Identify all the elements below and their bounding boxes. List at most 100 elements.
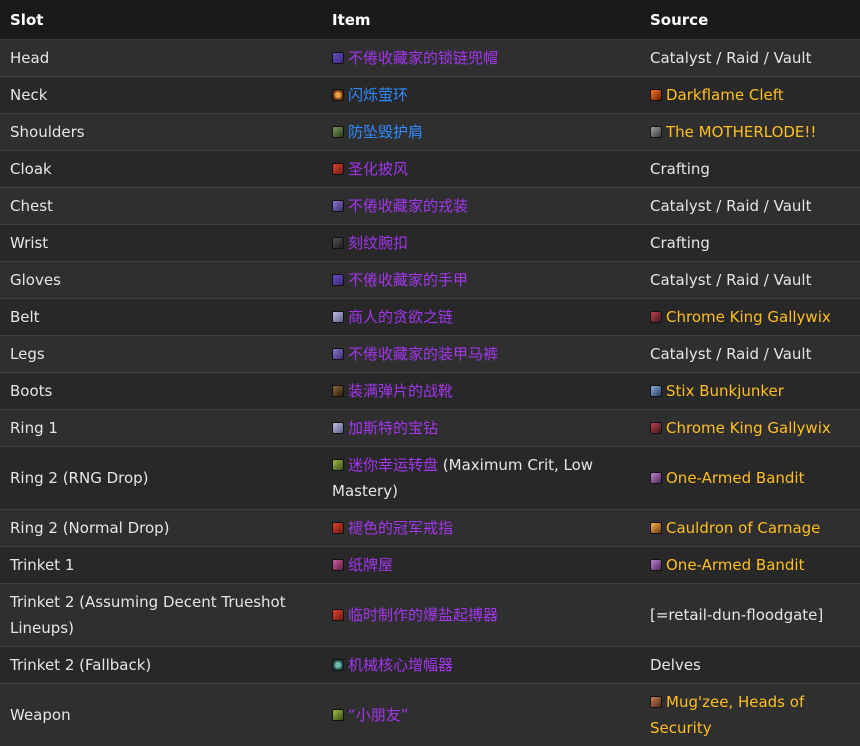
source-link[interactable]: The MOTHERLODE!! — [666, 123, 816, 141]
item-cell: 加斯特的宝钻 — [322, 410, 640, 447]
slot-cell: Ring 2 (Normal Drop) — [0, 510, 322, 547]
table-row: Boots 装满弹片的战靴 Stix Bunkjunker — [0, 373, 860, 410]
slot-cell: Trinket 1 — [0, 547, 322, 584]
item-link[interactable]: 褪色的冠军戒指 — [348, 519, 453, 537]
item-cell: 不倦收藏家的锁链兜帽 — [322, 40, 640, 77]
source-cell: One-Armed Bandit — [640, 447, 860, 510]
source-link[interactable]: Darkflame Cleft — [666, 86, 784, 104]
table-row: Weapon “小朋友” Mug'zee, Heads of Security — [0, 684, 860, 746]
ring-icon — [332, 522, 344, 534]
item-cell: 机械核心增幅器 — [322, 647, 640, 684]
wrist-icon — [332, 237, 344, 249]
table-row: Gloves 不倦收藏家的手甲 Catalyst / Raid / Vault — [0, 262, 860, 299]
source-cell: The MOTHERLODE!! — [640, 114, 860, 151]
slot-cell: Belt — [0, 299, 322, 336]
boss-icon — [650, 559, 662, 571]
table-row: Trinket 2 (Fallback) 机械核心增幅器 Delves — [0, 647, 860, 684]
header-row: Slot Item Source — [0, 0, 860, 40]
source-cell: Delves — [640, 647, 860, 684]
item-link[interactable]: 闪烁萤环 — [348, 86, 408, 104]
necklace-icon — [332, 89, 344, 101]
source-link[interactable]: Stix Bunkjunker — [666, 382, 784, 400]
slot-header: Slot — [0, 0, 322, 40]
gloves-icon — [332, 274, 344, 286]
slot-cell: Ring 1 — [0, 410, 322, 447]
source-cell: Chrome King Gallywix — [640, 299, 860, 336]
source-cell: Darkflame Cleft — [640, 77, 860, 114]
table-row: Ring 1 加斯特的宝钻 Chrome King Gallywix — [0, 410, 860, 447]
boss-icon — [650, 696, 662, 708]
cloak-icon — [332, 163, 344, 175]
item-link[interactable]: 不倦收藏家的装甲马裤 — [348, 345, 498, 363]
belt-icon — [332, 311, 344, 323]
source-link[interactable]: Cauldron of Carnage — [666, 519, 820, 537]
source-cell: Mug'zee, Heads of Security — [640, 684, 860, 746]
item-cell: 不倦收藏家的装甲马裤 — [322, 336, 640, 373]
item-link[interactable]: 纸牌屋 — [348, 556, 393, 574]
item-link[interactable]: 刻纹腕扣 — [348, 234, 408, 252]
table-row: Chest 不倦收藏家的戎装 Catalyst / Raid / Vault — [0, 188, 860, 225]
slot-cell: Trinket 2 (Assuming Decent Trueshot Line… — [0, 584, 322, 647]
slot-cell: Cloak — [0, 151, 322, 188]
trinket-icon — [332, 559, 344, 571]
source-link[interactable]: One-Armed Bandit — [666, 556, 804, 574]
source-cell: Catalyst / Raid / Vault — [640, 336, 860, 373]
table-row: Legs 不倦收藏家的装甲马裤 Catalyst / Raid / Vault — [0, 336, 860, 373]
item-cell: 闪烁萤环 — [322, 77, 640, 114]
item-link[interactable]: “小朋友” — [348, 706, 409, 724]
source-cell: Cauldron of Carnage — [640, 510, 860, 547]
trinket-icon — [332, 659, 344, 671]
slot-cell: Legs — [0, 336, 322, 373]
trinket-icon — [332, 609, 344, 621]
dungeon-icon — [650, 89, 662, 101]
item-link[interactable]: 商人的贪欲之链 — [348, 308, 453, 326]
boss-icon — [650, 311, 662, 323]
source-link[interactable]: Chrome King Gallywix — [666, 308, 831, 326]
source-cell: One-Armed Bandit — [640, 547, 860, 584]
item-cell: 不倦收藏家的手甲 — [322, 262, 640, 299]
item-header: Item — [322, 0, 640, 40]
table-row: Belt 商人的贪欲之链 Chrome King Gallywix — [0, 299, 860, 336]
ring-icon — [332, 422, 344, 434]
slot-cell: Head — [0, 40, 322, 77]
slot-cell: Neck — [0, 77, 322, 114]
item-link[interactable]: 加斯特的宝钻 — [348, 419, 438, 437]
boss-icon — [650, 522, 662, 534]
item-link[interactable]: 不倦收藏家的手甲 — [348, 271, 468, 289]
item-link[interactable]: 圣化披风 — [348, 160, 408, 178]
source-header: Source — [640, 0, 860, 40]
item-link[interactable]: 不倦收藏家的锁链兜帽 — [348, 49, 498, 67]
item-cell: 圣化披风 — [322, 151, 640, 188]
table-row: Ring 2 (RNG Drop) 迷你幸运转盘 (Maximum Crit, … — [0, 447, 860, 510]
boss-icon — [650, 472, 662, 484]
item-cell: 刻纹腕扣 — [322, 225, 640, 262]
source-link[interactable]: Mug'zee, Heads of Security — [650, 693, 804, 737]
item-link[interactable]: 装满弹片的战靴 — [348, 382, 453, 400]
item-link[interactable]: 机械核心增幅器 — [348, 656, 453, 674]
boss-icon — [650, 385, 662, 397]
table-row: Ring 2 (Normal Drop) 褪色的冠军戒指 Cauldron of… — [0, 510, 860, 547]
slot-cell: Wrist — [0, 225, 322, 262]
helm-icon — [332, 52, 344, 64]
item-cell: 褪色的冠军戒指 — [322, 510, 640, 547]
item-cell: 不倦收藏家的戎装 — [322, 188, 640, 225]
source-cell: [=retail-dun-floodgate] — [640, 584, 860, 647]
chest-icon — [332, 200, 344, 212]
item-link[interactable]: 不倦收藏家的戎装 — [348, 197, 468, 215]
source-link[interactable]: One-Armed Bandit — [666, 469, 804, 487]
item-cell: 纸牌屋 — [322, 547, 640, 584]
table-row: Cloak 圣化披风 Crafting — [0, 151, 860, 188]
source-cell: Crafting — [640, 225, 860, 262]
dungeon-icon — [650, 126, 662, 138]
item-cell: “小朋友” — [322, 684, 640, 746]
boots-icon — [332, 385, 344, 397]
gear-table: Slot Item Source Head 不倦收藏家的锁链兜帽 Catalys… — [0, 0, 860, 746]
item-link[interactable]: 迷你幸运转盘 — [348, 456, 438, 474]
item-link[interactable]: 临时制作的爆盐起搏器 — [348, 606, 498, 624]
slot-cell: Shoulders — [0, 114, 322, 151]
ring-icon — [332, 459, 344, 471]
source-cell: Catalyst / Raid / Vault — [640, 40, 860, 77]
source-link[interactable]: Chrome King Gallywix — [666, 419, 831, 437]
table-row: Neck 闪烁萤环 Darkflame Cleft — [0, 77, 860, 114]
item-link[interactable]: 防坠毁护肩 — [348, 123, 423, 141]
